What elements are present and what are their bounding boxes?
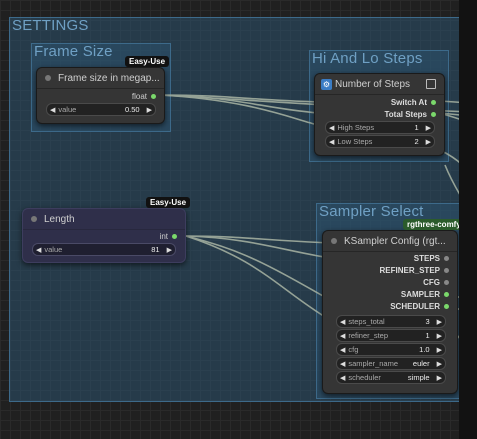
widget-value: 1: [425, 331, 430, 340]
output-label: SCHEDULER: [390, 302, 440, 311]
value-widget[interactable]: ◀ value 0.50 ▶: [46, 103, 156, 116]
increment-arrow-icon[interactable]: ▶: [423, 124, 434, 132]
group-title-frame-size: Frame Size: [34, 43, 113, 60]
widget-value: 1.0: [419, 345, 430, 354]
output-slot-icon[interactable]: [444, 256, 449, 261]
decrement-arrow-icon[interactable]: ◀: [326, 138, 337, 146]
increment-arrow-icon[interactable]: ▶: [164, 246, 175, 254]
high-steps-widget[interactable]: ◀ High Steps 1 ▶: [325, 121, 435, 134]
output-label: STEPS: [413, 254, 440, 263]
next-arrow-icon[interactable]: ▶: [434, 360, 445, 368]
widget-value: 81: [151, 245, 160, 254]
output-slot-icon[interactable]: [172, 234, 177, 239]
next-arrow-icon[interactable]: ▶: [434, 374, 445, 382]
node-title: Frame size in megap...: [58, 72, 160, 84]
increment-arrow-icon[interactable]: ▶: [144, 106, 155, 114]
widget-label: Low Steps: [337, 137, 373, 146]
value-widget[interactable]: ◀ value 81 ▶: [32, 243, 176, 256]
output-slot-icon[interactable]: [431, 112, 436, 117]
steps-total-widget[interactable]: ◀ steps_total 3 ▶: [336, 315, 446, 328]
decrement-arrow-icon[interactable]: ◀: [33, 246, 44, 254]
output-slot-icon[interactable]: [444, 280, 449, 285]
output-int[interactable]: int: [160, 232, 177, 241]
collapse-dot-icon[interactable]: [45, 75, 51, 81]
badge-easy-use: Easy-Use: [125, 56, 170, 67]
expand-icon[interactable]: [426, 79, 436, 89]
node-header[interactable]: Length: [23, 209, 185, 230]
output-steps[interactable]: STEPS: [414, 254, 449, 263]
group-title-sampler-select: Sampler Select: [319, 203, 424, 220]
increment-arrow-icon[interactable]: ▶: [434, 346, 445, 354]
output-label: Total Steps: [384, 110, 427, 119]
previous-arrow-icon[interactable]: ◀: [337, 374, 348, 382]
output-slot-icon[interactable]: [444, 292, 449, 297]
output-slot-icon[interactable]: [444, 304, 449, 309]
node-header[interactable]: Frame size in megap...: [37, 68, 164, 89]
output-sampler[interactable]: SAMPLER: [401, 290, 449, 299]
widget-value: 1: [414, 123, 419, 132]
widget-value: euler: [412, 359, 430, 368]
increment-arrow-icon[interactable]: ▶: [434, 318, 445, 326]
node-title: KSampler Config (rgt...: [344, 235, 446, 247]
output-slot-icon[interactable]: [444, 268, 449, 273]
node-number-of-steps[interactable]: ⚙ Number of Steps Switch At Total Steps …: [314, 73, 445, 156]
node-length[interactable]: Length int ◀ value 81 ▶: [22, 208, 186, 263]
node-ksampler-config[interactable]: KSampler Config (rgt... STEPS REFINER_ST…: [322, 230, 458, 394]
widget-label: refiner_step: [348, 331, 388, 340]
node-title: Length: [44, 213, 75, 225]
widget-label: steps_total: [348, 317, 385, 326]
widget-label: cfg: [348, 345, 359, 354]
group-title-settings: SETTINGS: [12, 17, 89, 34]
output-label: REFINER_STEP: [379, 266, 440, 275]
decrement-arrow-icon[interactable]: ◀: [337, 346, 348, 354]
output-label: int: [159, 232, 168, 241]
widget-label: value: [44, 245, 63, 254]
widget-value: 0.50: [125, 105, 140, 114]
widget-value: 3: [425, 317, 430, 326]
rgthree-icon: ⚙: [321, 78, 332, 90]
group-title-hi-lo-steps: Hi And Lo Steps: [312, 50, 423, 67]
output-slot-icon[interactable]: [151, 94, 156, 99]
low-steps-widget[interactable]: ◀ Low Steps 2 ▶: [325, 135, 435, 148]
refiner-step-widget[interactable]: ◀ refiner_step 1 ▶: [336, 329, 446, 342]
node-frame-size[interactable]: Frame size in megap... float ◀ value 0.5…: [36, 67, 165, 124]
output-slot-icon[interactable]: [431, 100, 436, 105]
output-float[interactable]: float: [132, 92, 156, 101]
node-header[interactable]: ⚙ Number of Steps: [315, 74, 444, 95]
badge-easy-use: Easy-Use: [146, 197, 191, 208]
output-cfg[interactable]: CFG: [423, 278, 449, 287]
decrement-arrow-icon[interactable]: ◀: [337, 318, 348, 326]
output-refiner-step[interactable]: REFINER_STEP: [380, 266, 449, 275]
output-total-steps[interactable]: Total Steps: [384, 110, 436, 119]
widget-label: High Steps: [337, 123, 375, 132]
sampler-name-widget[interactable]: ◀ sampler_name euler ▶: [336, 357, 446, 370]
previous-arrow-icon[interactable]: ◀: [337, 360, 348, 368]
scheduler-widget[interactable]: ◀ scheduler simple ▶: [336, 371, 446, 384]
output-switch-at[interactable]: Switch At: [391, 98, 436, 107]
cfg-widget[interactable]: ◀ cfg 1.0 ▶: [336, 343, 446, 356]
badge-rgthree-comfy: rgthree-comfy: [403, 219, 465, 230]
widget-label: scheduler: [348, 373, 381, 382]
output-label: SAMPLER: [400, 290, 440, 299]
decrement-arrow-icon[interactable]: ◀: [337, 332, 348, 340]
widget-label: sampler_name: [348, 359, 398, 368]
increment-arrow-icon[interactable]: ▶: [423, 138, 434, 146]
output-scheduler[interactable]: SCHEDULER: [390, 302, 449, 311]
output-label: Switch At: [390, 98, 427, 107]
node-title: Number of Steps: [335, 78, 411, 90]
output-label: CFG: [423, 278, 440, 287]
offscreen-panel: [459, 0, 477, 439]
node-header[interactable]: KSampler Config (rgt...: [323, 231, 457, 252]
output-label: float: [131, 92, 147, 101]
widget-value: 2: [414, 137, 419, 146]
widget-label: value: [58, 105, 77, 114]
increment-arrow-icon[interactable]: ▶: [434, 332, 445, 340]
widget-value: simple: [407, 373, 430, 382]
collapse-dot-icon[interactable]: [331, 238, 337, 244]
decrement-arrow-icon[interactable]: ◀: [47, 106, 58, 114]
decrement-arrow-icon[interactable]: ◀: [326, 124, 337, 132]
collapse-dot-icon[interactable]: [31, 216, 37, 222]
